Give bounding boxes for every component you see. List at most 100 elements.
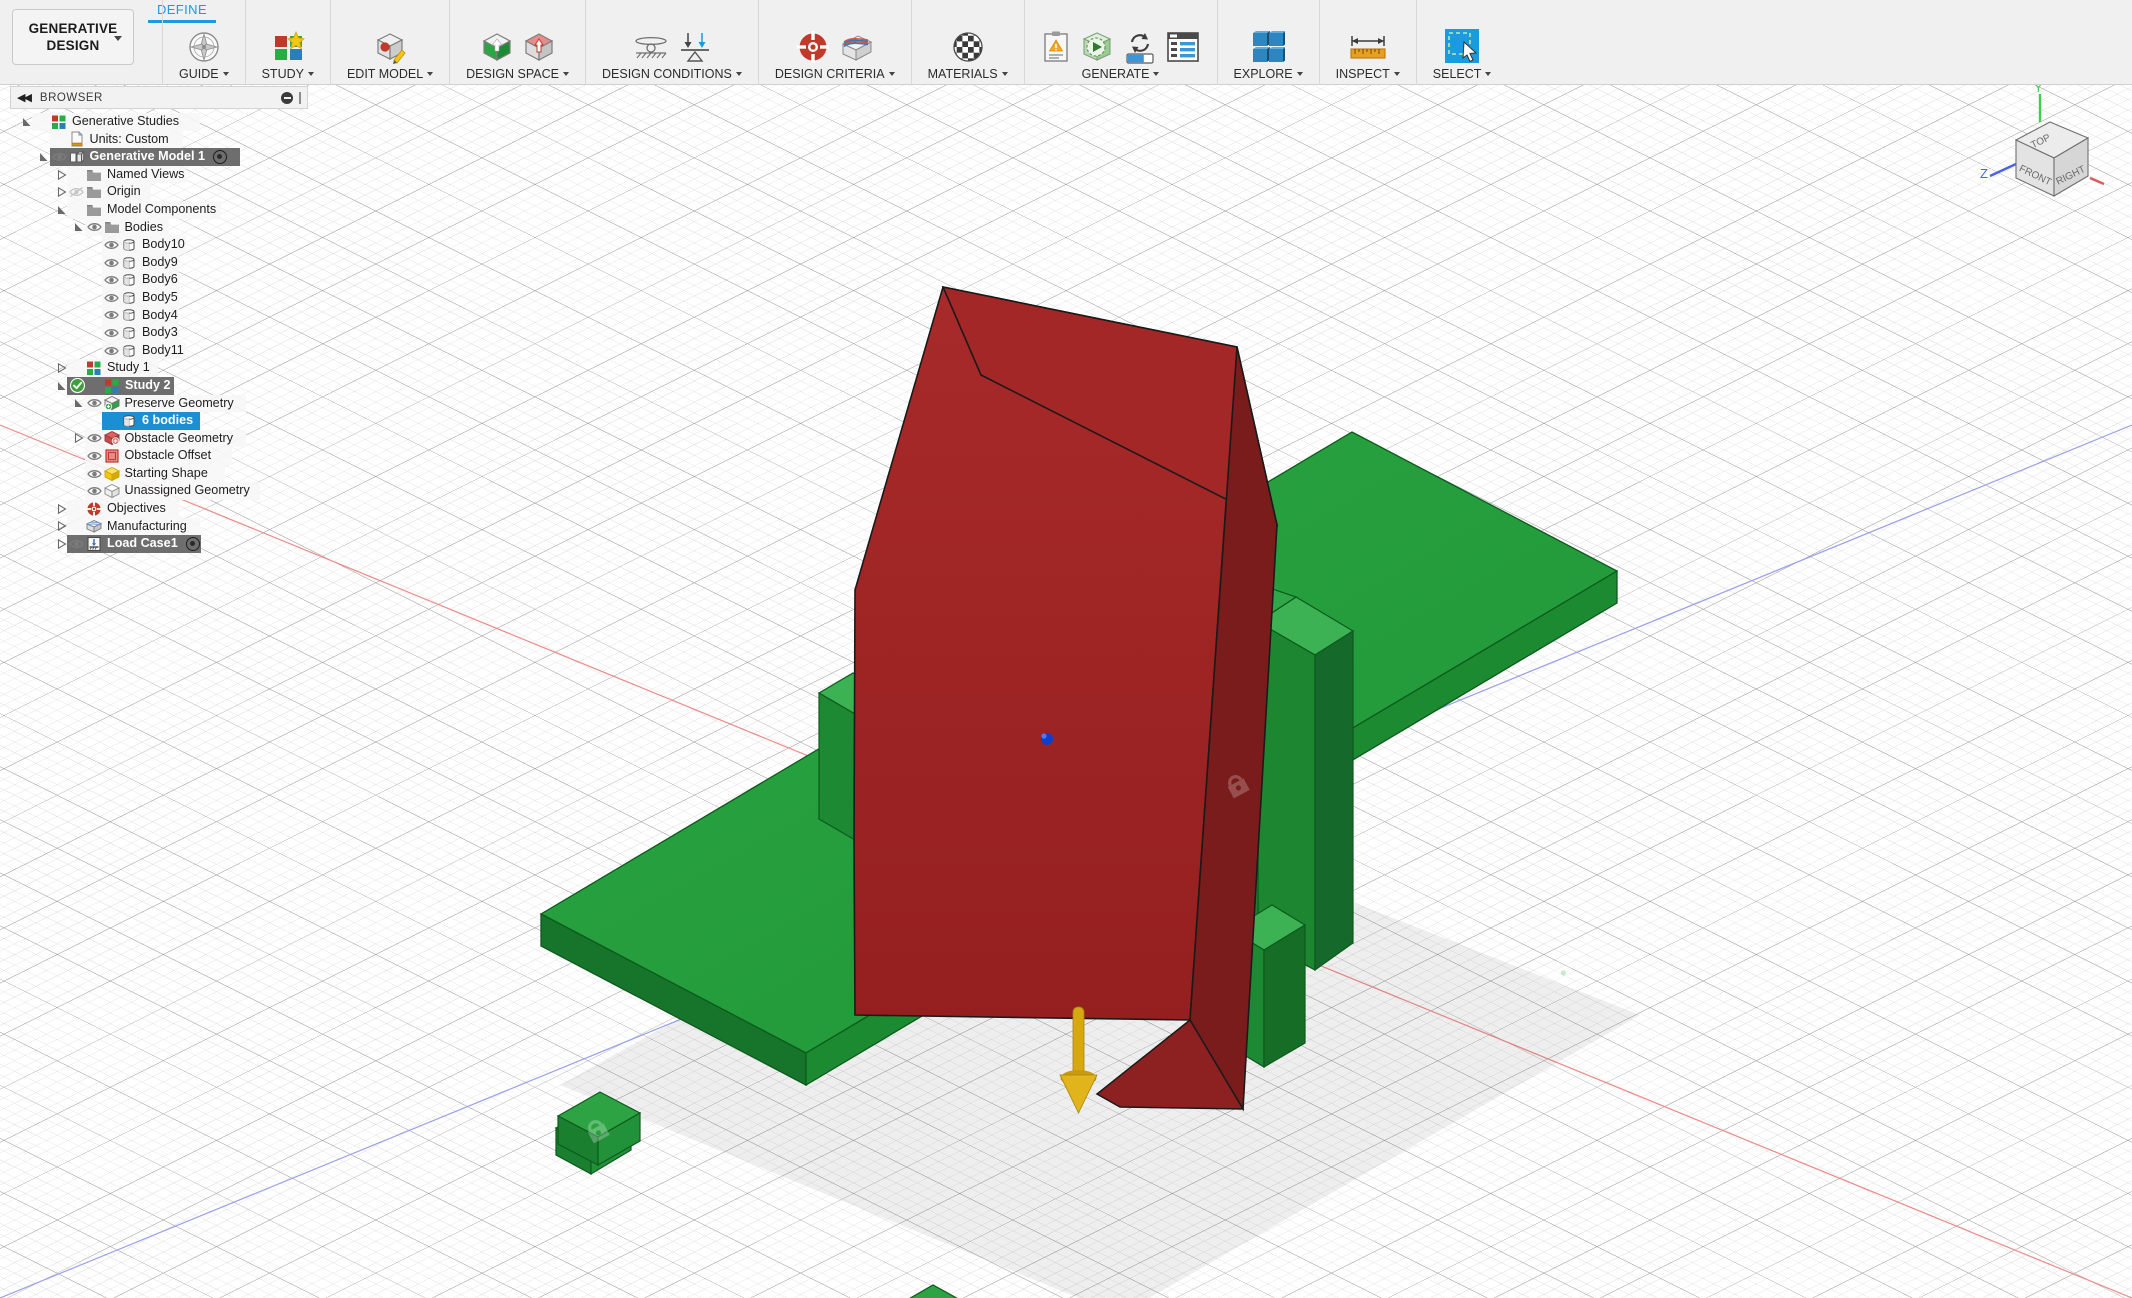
visibility-eye-icon[interactable] (104, 327, 119, 339)
visibility-toggle[interactable] (103, 292, 120, 304)
visibility-eye-icon[interactable] (86, 468, 102, 480)
visibility-toggle[interactable] (103, 327, 120, 339)
visibility-eye-off-icon[interactable] (69, 186, 84, 198)
tree-item-named-views[interactable]: Named Views (10, 165, 308, 184)
visibility-eye-icon[interactable] (51, 151, 67, 163)
disclosure-closed-toggle[interactable] (55, 169, 68, 180)
visibility-toggle[interactable] (51, 151, 68, 163)
visibility-toggle[interactable] (68, 538, 85, 550)
minimize-icon[interactable] (281, 91, 293, 104)
disclosure-open-icon[interactable] (57, 381, 67, 391)
visibility-eye-icon[interactable] (104, 257, 119, 269)
visibility-eye-icon[interactable] (86, 450, 102, 462)
disclosure-open-icon[interactable] (22, 117, 32, 127)
collapse-left-icon[interactable]: ◀◀ (17, 91, 32, 104)
view-cube[interactable]: Y Z TOP FRONT RIGHT (1978, 78, 2108, 208)
visibility-eye-icon[interactable] (104, 274, 119, 286)
visibility-eye-icon[interactable] (104, 345, 119, 357)
visibility-eye-icon[interactable] (86, 221, 102, 233)
materials-button[interactable]: MATERIALS (922, 30, 1014, 85)
disclosure-open-icon[interactable] (74, 222, 84, 232)
visibility-toggle[interactable] (103, 345, 120, 357)
tree-item-obstacle-offset[interactable]: Obstacle Offset (10, 447, 308, 465)
visibility-eye-icon[interactable] (69, 538, 84, 550)
tree-item-body4[interactable]: Body4 (10, 306, 308, 325)
visibility-eye-icon[interactable] (104, 309, 119, 321)
guide-button[interactable]: GUIDE (173, 30, 235, 85)
tree-item-preserve-geometry[interactable]: Preserve Geometry (10, 394, 308, 413)
disclosure-closed-toggle[interactable] (55, 187, 68, 198)
study-button[interactable]: STUDY (256, 30, 320, 85)
tree-item-generative-model-1[interactable]: Generative Model 1 (10, 148, 308, 166)
design-space-button[interactable]: DESIGN SPACE (460, 30, 575, 85)
tree-item-body5[interactable]: Body5 (10, 288, 308, 307)
visibility-toggle[interactable] (103, 257, 120, 269)
select-button[interactable]: SELECT (1427, 28, 1498, 85)
disclosure-closed-icon[interactable] (74, 433, 84, 444)
disclosure-open-toggle[interactable] (73, 398, 86, 408)
tree-item-model-components[interactable]: Model Components (10, 200, 308, 219)
panel-resize-grip[interactable] (299, 91, 301, 104)
tree-item-body3[interactable]: Body3 (10, 324, 308, 342)
tree-item-body9[interactable]: Body9 (10, 253, 308, 272)
browser-header[interactable]: ◀◀ BROWSER (10, 86, 308, 109)
preserve-geometry-plate[interactable] (853, 285, 1279, 1112)
visibility-toggle[interactable] (86, 485, 103, 497)
visibility-eye-icon[interactable] (104, 292, 119, 304)
tree-item-body10[interactable]: Body10 (10, 236, 308, 254)
visibility-toggle[interactable] (103, 239, 120, 251)
tree-item-objectives[interactable]: Objectives (10, 500, 308, 518)
visibility-toggle[interactable] (68, 186, 85, 198)
visibility-eye-icon[interactable] (104, 239, 119, 251)
activate-radio-button[interactable] (185, 537, 200, 552)
visibility-toggle[interactable] (86, 397, 103, 409)
view-cube-graphic[interactable]: Y Z TOP FRONT RIGHT (1978, 78, 2108, 208)
disclosure-closed-toggle[interactable] (55, 503, 68, 514)
visibility-toggle[interactable] (86, 468, 103, 480)
explore-button[interactable]: EXPLORE (1228, 30, 1309, 85)
tree-item-6-bodies[interactable]: 6 bodies (10, 412, 308, 430)
3d-viewport[interactable] (0, 85, 2132, 1298)
visibility-toggle[interactable] (86, 221, 103, 233)
design-criteria-button[interactable]: DESIGN CRITERIA (769, 30, 901, 85)
tree-item-bodies[interactable]: Bodies (10, 218, 308, 237)
visibility-toggle[interactable] (103, 309, 120, 321)
disclosure-closed-icon[interactable] (57, 503, 67, 514)
disclosure-open-toggle[interactable] (73, 222, 86, 232)
tree-item-study-1[interactable]: Study 1 (10, 359, 308, 377)
tree-item-study-2[interactable]: Study 2 (10, 376, 308, 395)
disclosure-closed-icon[interactable] (57, 187, 67, 198)
disclosure-closed-icon[interactable] (57, 363, 67, 374)
edit-model-button[interactable]: EDIT MODEL (341, 30, 439, 85)
disclosure-open-icon[interactable] (57, 205, 67, 215)
disclosure-closed-toggle[interactable] (73, 433, 86, 444)
visibility-eye-icon[interactable] (86, 432, 102, 444)
disclosure-closed-toggle[interactable] (55, 521, 68, 532)
generate-button[interactable]: GENERATE (1035, 30, 1207, 85)
tree-item-obstacle-geometry[interactable]: Obstacle Geometry (10, 429, 308, 448)
tree-item-units-custom[interactable]: Units: Custom (10, 130, 308, 149)
disclosure-closed-icon[interactable] (57, 539, 67, 550)
disclosure-closed-toggle[interactable] (55, 363, 68, 374)
disclosure-open-toggle[interactable] (20, 117, 33, 127)
disclosure-closed-icon[interactable] (57, 521, 67, 532)
tree-item-starting-shape[interactable]: Starting Shape (10, 464, 308, 483)
inspect-button[interactable]: INSPECT (1330, 30, 1406, 85)
visibility-toggle[interactable] (103, 274, 120, 286)
disclosure-closed-toggle[interactable] (55, 539, 68, 550)
disclosure-open-icon[interactable] (74, 398, 84, 408)
tree-item-unassigned-geometry[interactable]: Unassigned Geometry (10, 482, 308, 501)
tree-item-origin[interactable]: Origin (10, 183, 308, 201)
tree-item-load-case1[interactable]: Load Case1 (10, 535, 308, 553)
activate-radio-button[interactable] (212, 149, 227, 164)
design-conditions-button[interactable]: DESIGN CONDITIONS (596, 30, 748, 85)
disclosure-open-toggle[interactable] (55, 381, 68, 391)
workspace-switcher-button[interactable]: GENERATIVE DESIGN (12, 9, 134, 65)
visibility-eye-icon[interactable] (86, 485, 102, 497)
tree-item-body6[interactable]: Body6 (10, 271, 308, 289)
disclosure-closed-icon[interactable] (57, 169, 67, 180)
disclosure-open-toggle[interactable] (38, 152, 51, 162)
visibility-toggle[interactable] (86, 432, 103, 444)
tree-item-manufacturing[interactable]: Manufacturing (10, 517, 308, 536)
visibility-eye-icon[interactable] (86, 397, 102, 409)
